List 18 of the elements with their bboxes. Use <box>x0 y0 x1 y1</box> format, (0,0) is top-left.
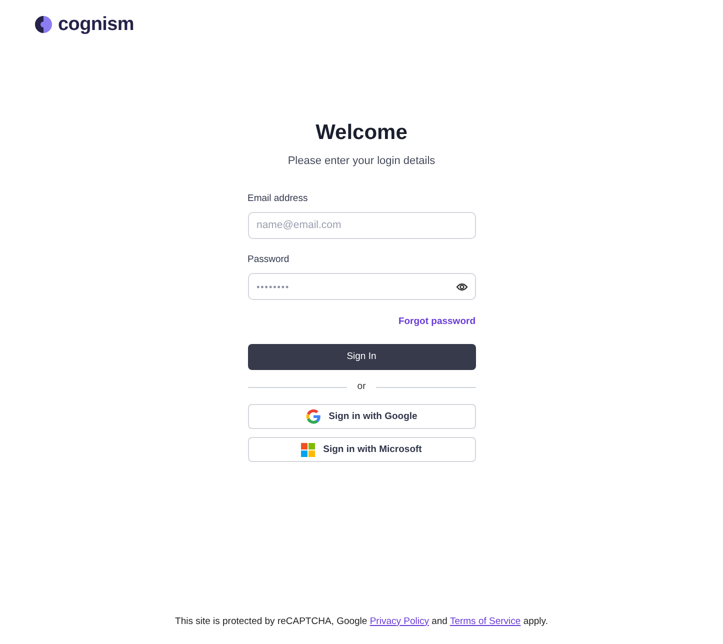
privacy-policy-link[interactable]: Privacy Policy <box>370 616 429 627</box>
google-icon <box>306 409 321 424</box>
divider-text: or <box>357 380 366 394</box>
logo-icon <box>35 16 52 33</box>
field-label: Password <box>248 252 290 267</box>
sign-in-button[interactable]: Sign In <box>248 344 476 370</box>
subheading: Please enter your login details <box>286 154 436 170</box>
heading: Welcome <box>314 120 408 146</box>
logo-text: cognism <box>58 15 134 34</box>
eye-icon[interactable] <box>456 282 468 292</box>
email-field[interactable]: name@email.com <box>248 212 476 239</box>
sign-in-button[interactable]: Sign in with Microsoft <box>248 437 476 462</box>
microsoft-icon <box>301 442 316 457</box>
field-label: Email address <box>248 192 309 206</box>
recaptcha-notice: This site is protected by reCAPTCHA, Google Privacy Policy and Terms of Service apply. <box>174 614 549 629</box>
forgot-password-link[interactable]: Forgot password <box>398 315 476 330</box>
sign-in-button[interactable]: Sign in with Google <box>248 404 476 430</box>
terms-of-service-link[interactable]: Terms of Service <box>450 616 521 627</box>
